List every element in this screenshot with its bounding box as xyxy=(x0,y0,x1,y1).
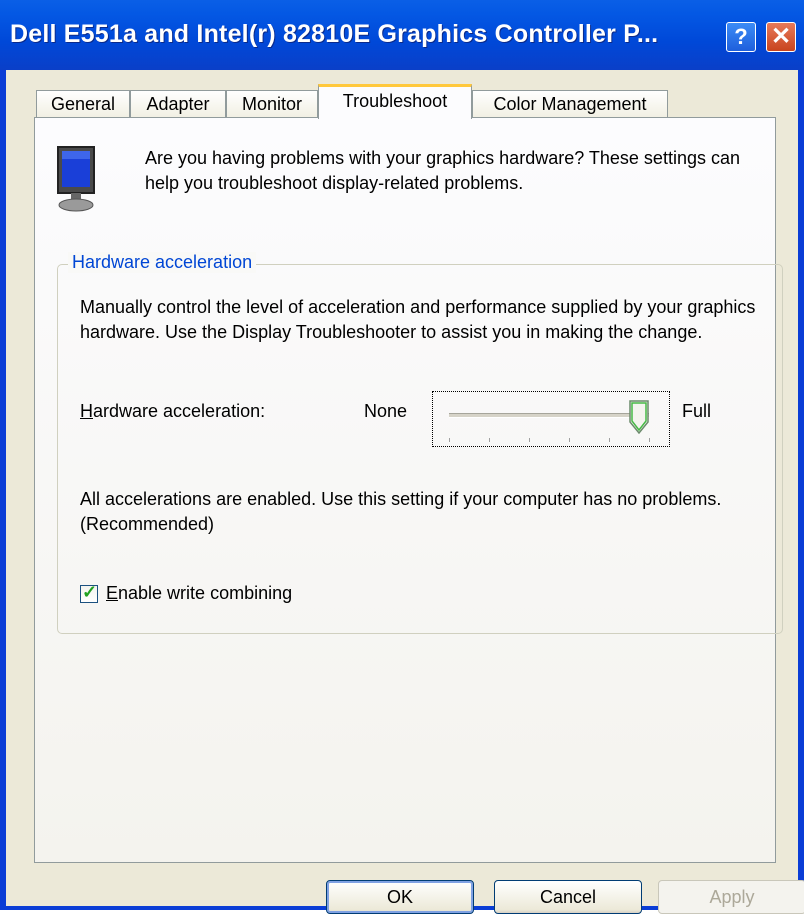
tab-color-management[interactable]: Color Management xyxy=(472,90,668,118)
intro-text: Are you having problems with your graphi… xyxy=(145,148,740,193)
title-bar[interactable]: Dell E551a and Intel(r) 82810E Graphics … xyxy=(0,0,804,70)
group-description: Manually control the level of accelerati… xyxy=(80,297,756,342)
troubleshoot-panel: Are you having problems with your graphi… xyxy=(34,117,783,863)
dialog-client-area: General Adapter Monitor Troubleshoot Col… xyxy=(6,70,804,914)
window-title: Dell E551a and Intel(r) 82810E Graphics … xyxy=(10,20,659,48)
tab-troubleshoot[interactable]: Troubleshoot xyxy=(318,84,472,119)
apply-button[interactable]: Apply xyxy=(658,880,804,914)
checkmark-icon: ✓ xyxy=(82,582,98,602)
ok-button[interactable]: OK xyxy=(326,880,474,914)
slider-max-label: Full xyxy=(682,401,712,421)
acceleration-slider[interactable] xyxy=(432,391,670,447)
group-legend: Hardware acceleration xyxy=(68,252,257,273)
write-combining-label[interactable]: Enable write combining xyxy=(106,583,292,604)
hardware-acceleration-group: Hardware acceleration Manually control t… xyxy=(57,252,783,634)
monitor-icon xyxy=(57,146,95,212)
slider-tick xyxy=(449,438,450,442)
write-combining-checkbox[interactable]: ✓ xyxy=(80,582,98,603)
cancel-button[interactable]: Cancel xyxy=(494,880,642,914)
slider-tick xyxy=(529,438,530,442)
slider-thumb[interactable] xyxy=(629,400,649,434)
acceleration-label-mnemonic: H xyxy=(80,401,93,421)
dialog-window: Dell E551a and Intel(r) 82810E Graphics … xyxy=(0,0,804,914)
acceleration-status: All accelerations are enabled. Use this … xyxy=(80,489,722,534)
close-button[interactable]: ✕ xyxy=(766,22,796,52)
acceleration-label: Hardware acceleration: xyxy=(80,401,265,422)
slider-min-label: None xyxy=(364,401,408,421)
slider-track xyxy=(449,413,649,418)
tab-general[interactable]: General xyxy=(36,90,130,118)
slider-tick xyxy=(609,438,610,442)
tab-adapter[interactable]: Adapter xyxy=(130,90,226,118)
slider-tick xyxy=(489,438,490,442)
slider-tick xyxy=(569,438,570,442)
tab-monitor[interactable]: Monitor xyxy=(226,90,318,118)
acceleration-label-rest: ardware acceleration: xyxy=(93,401,266,421)
write-combining-label-rest: nable write combining xyxy=(118,583,293,603)
slider-tick xyxy=(649,438,650,442)
help-button[interactable]: ? xyxy=(726,22,756,52)
write-combining-mnemonic: E xyxy=(106,583,119,603)
